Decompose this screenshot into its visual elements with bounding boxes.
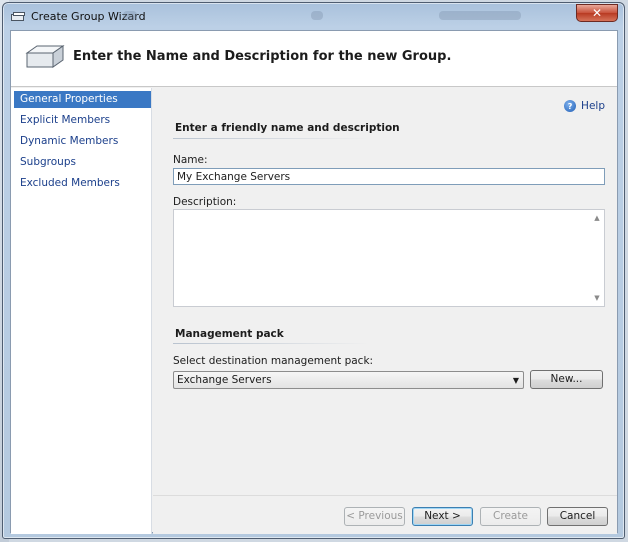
title-bar[interactable]: Create Group Wizard ✕	[3, 3, 624, 30]
section-divider	[173, 138, 369, 139]
management-pack-select[interactable]: Exchange Servers ▼	[173, 371, 524, 389]
next-button[interactable]: Next >	[412, 507, 473, 526]
nav-item-general-properties[interactable]: General Properties	[14, 91, 151, 108]
wizard-nav: General Properties Explicit Members Dyna…	[11, 88, 152, 534]
section-divider	[173, 343, 369, 344]
wizard-main: ? Help Enter a friendly name and descrip…	[153, 88, 617, 534]
help-link[interactable]: ? Help	[564, 100, 605, 112]
nav-item-explicit-members[interactable]: Explicit Members	[14, 112, 151, 129]
name-label: Name:	[173, 154, 208, 166]
nav-item-subgroups[interactable]: Subgroups	[14, 154, 151, 171]
group-icon	[25, 45, 65, 68]
close-button[interactable]: ✕	[576, 4, 618, 22]
help-icon: ?	[564, 100, 577, 112]
nav-item-excluded-members[interactable]: Excluded Members	[14, 175, 151, 192]
description-label: Description:	[173, 196, 237, 208]
scroll-down-icon[interactable]: ▼	[592, 294, 602, 302]
blurred-title-text	[439, 11, 521, 20]
blurred-title-text	[123, 11, 137, 20]
wizard-client-area: Enter the Name and Description for the n…	[10, 30, 618, 534]
cancel-button[interactable]: Cancel	[547, 507, 608, 526]
scroll-up-icon[interactable]: ▲	[592, 214, 602, 222]
help-label: Help	[581, 100, 605, 112]
previous-button[interactable]: < Previous	[344, 507, 405, 526]
blurred-title-text	[311, 11, 323, 20]
name-field[interactable]: My Exchange Servers	[173, 168, 605, 185]
wizard-header: Enter the Name and Description for the n…	[11, 31, 617, 87]
footer-divider	[153, 495, 617, 496]
management-pack-label: Select destination management pack:	[173, 355, 374, 367]
nav-item-dynamic-members[interactable]: Dynamic Members	[14, 133, 151, 150]
chevron-down-icon: ▼	[512, 376, 519, 385]
section-title-name-description: Enter a friendly name and description	[175, 122, 400, 134]
section-title-management-pack: Management pack	[175, 328, 284, 340]
management-pack-selected: Exchange Servers	[177, 374, 272, 386]
new-management-pack-button[interactable]: New...	[530, 370, 603, 389]
wizard-window: Create Group Wizard ✕ Enter the Name and…	[2, 2, 625, 539]
create-button[interactable]: Create	[480, 507, 541, 526]
group-icon	[11, 12, 25, 21]
description-field[interactable]: ▲ ▼	[173, 209, 605, 307]
page-title: Enter the Name and Description for the n…	[73, 49, 452, 64]
